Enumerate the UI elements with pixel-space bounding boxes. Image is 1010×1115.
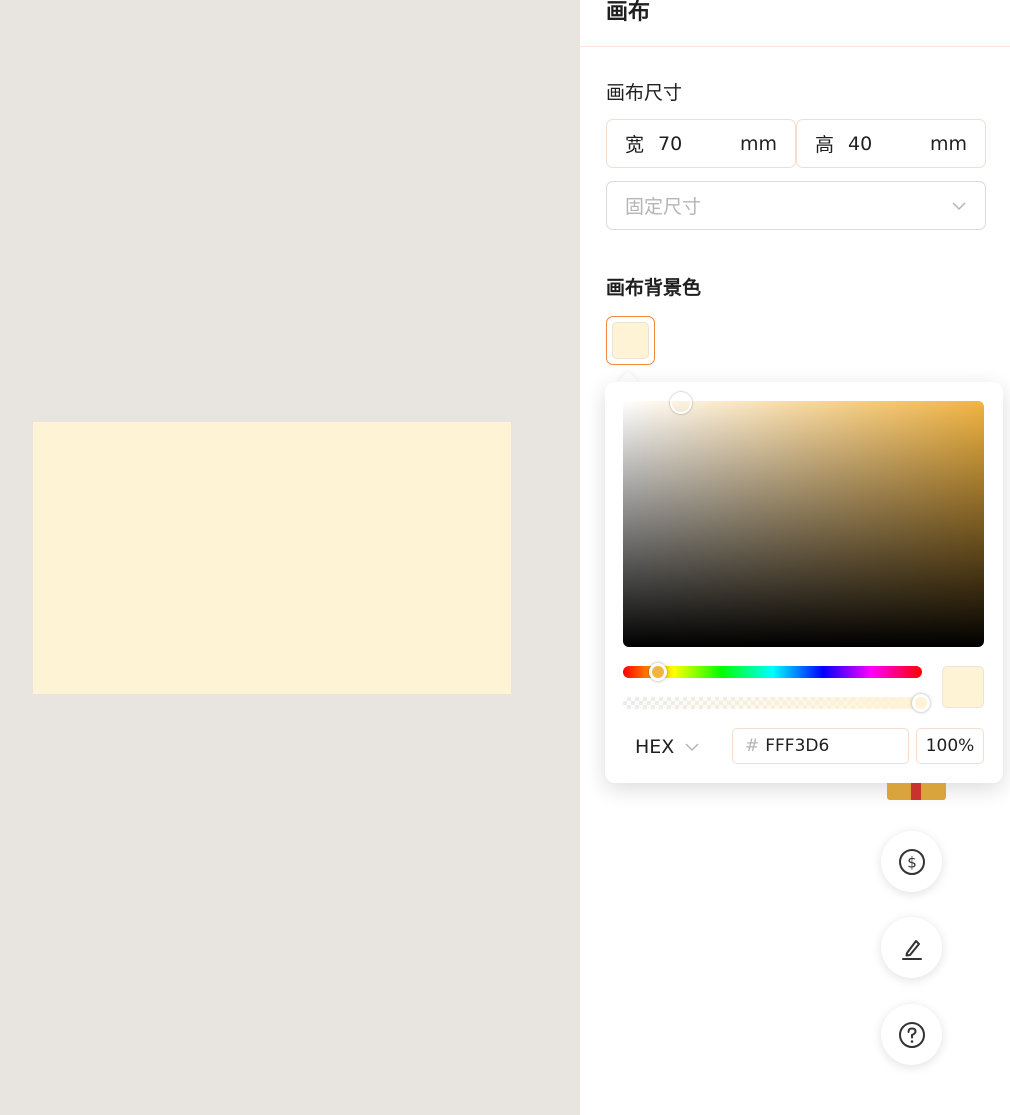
color-format-label: HEX [635, 736, 675, 758]
width-input[interactable]: 宽 70 mm [606, 119, 796, 168]
help-button[interactable] [881, 1004, 942, 1065]
size-preset-placeholder: 固定尺寸 [625, 196, 702, 218]
design-canvas[interactable] [33, 422, 511, 694]
width-value[interactable]: 70 [658, 133, 740, 155]
bg-color-swatch-button[interactable] [606, 316, 655, 365]
edit-button[interactable] [881, 917, 942, 978]
gift-icon[interactable] [887, 783, 946, 800]
width-unit: mm [739, 132, 777, 155]
alpha-gradient [623, 697, 922, 709]
alpha-handle[interactable] [912, 694, 930, 712]
saturation-value-area[interactable] [623, 392, 984, 647]
height-value[interactable]: 40 [848, 133, 930, 155]
chevron-down-icon [952, 201, 966, 210]
pricing-button[interactable]: $ [881, 831, 942, 892]
svg-text:$: $ [907, 853, 917, 871]
saturation-handle[interactable] [670, 392, 692, 414]
panel-divider [580, 46, 1010, 47]
hue-slider[interactable] [623, 663, 922, 681]
height-input[interactable]: 高 40 mm [796, 119, 986, 168]
hex-value[interactable]: FFF3D6 [765, 736, 829, 756]
canvas-bg-label: 画布背景色 [606, 277, 702, 299]
hex-input[interactable]: # FFF3D6 [732, 728, 909, 764]
color-preview [942, 666, 984, 708]
dollar-icon: $ [898, 848, 925, 875]
canvas-size-label: 画布尺寸 [606, 82, 683, 104]
hash-prefix: # [745, 736, 760, 756]
alpha-input[interactable]: 100% [916, 728, 984, 764]
canvas-workspace [0, 0, 579, 1115]
alpha-slider[interactable] [623, 694, 930, 712]
gift-ribbon [911, 783, 921, 800]
height-prefix: 高 [815, 134, 835, 156]
color-format-select[interactable]: HEX [635, 731, 700, 763]
panel-title: 画布 [606, 0, 651, 25]
size-preset-select[interactable]: 固定尺寸 [606, 181, 986, 230]
chevron-down-icon [685, 743, 699, 752]
bg-color-swatch [612, 322, 649, 359]
color-picker-popover: HEX # FFF3D6 100% [605, 382, 1003, 783]
pen-icon [901, 939, 922, 960]
hue-handle[interactable] [649, 663, 667, 681]
width-prefix: 宽 [625, 134, 645, 156]
height-unit: mm [929, 132, 967, 155]
help-icon [898, 1021, 925, 1048]
